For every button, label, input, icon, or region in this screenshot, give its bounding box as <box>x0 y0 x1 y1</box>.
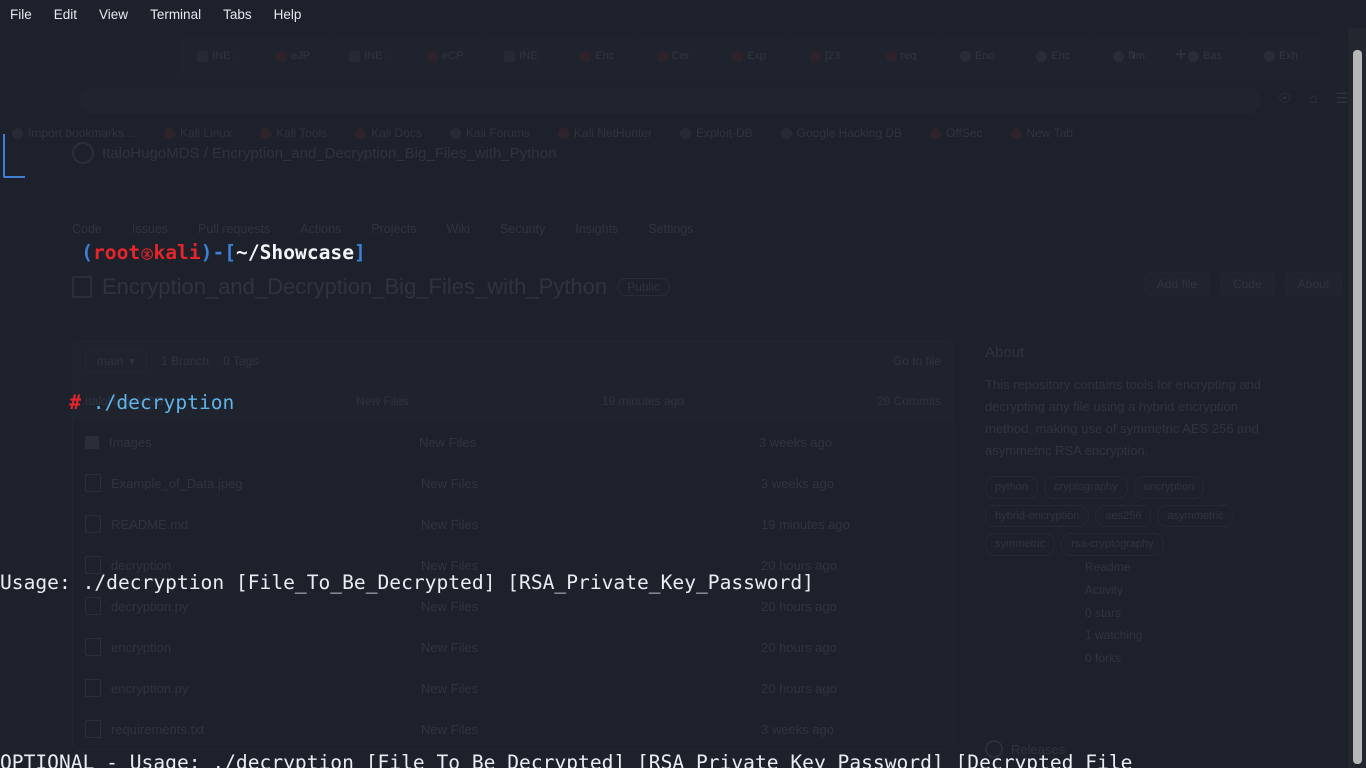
terminal-area[interactable]: (root kali)-[~/Showcase] # ./decryption U… <box>0 28 1366 768</box>
prompt-sigil: # <box>69 391 81 414</box>
menu-item-tabs[interactable]: Tabs <box>223 7 252 22</box>
terminal-screen[interactable]: (root kali)-[~/Showcase] # ./decryption U… <box>0 28 1348 768</box>
menu-item-edit[interactable]: Edit <box>54 7 77 22</box>
terminal-scrollbar[interactable] <box>1348 28 1366 768</box>
menu-bar: File Edit View Terminal Tabs Help <box>0 0 1366 28</box>
output-blank <box>0 628 1348 658</box>
kali-dragon-icon <box>141 247 153 260</box>
scrollbar-thumb[interactable] <box>1353 50 1362 764</box>
prompt-line-2: # ./decryption <box>0 358 1348 448</box>
entered-command: ./decryption <box>92 391 235 414</box>
menu-item-view[interactable]: View <box>99 7 128 22</box>
terminal-window: INE - eJP INE - eCP INE Enc Cer Exp [23 … <box>0 0 1366 768</box>
shell-prompt-top: (root kali)-[~/Showcase] # ./decryption <box>0 118 1348 478</box>
prompt-host: kali <box>153 241 201 264</box>
prompt-line-1: (root kali)-[~/Showcase] <box>81 241 366 264</box>
menu-item-help[interactable]: Help <box>274 7 302 22</box>
menu-item-terminal[interactable]: Terminal <box>150 7 201 22</box>
output-line: OPTIONAL - Usage: ./decryption [File_To_… <box>0 751 1133 768</box>
output-line: Usage: ./decryption [File_To_Be_Decrypte… <box>0 571 814 594</box>
prompt-path: ~/Showcase <box>236 241 355 264</box>
prompt-user: root <box>92 241 141 264</box>
menu-item-file[interactable]: File <box>10 7 32 22</box>
output-blank <box>0 688 1348 718</box>
prompt-corner-decoration <box>3 134 25 178</box>
